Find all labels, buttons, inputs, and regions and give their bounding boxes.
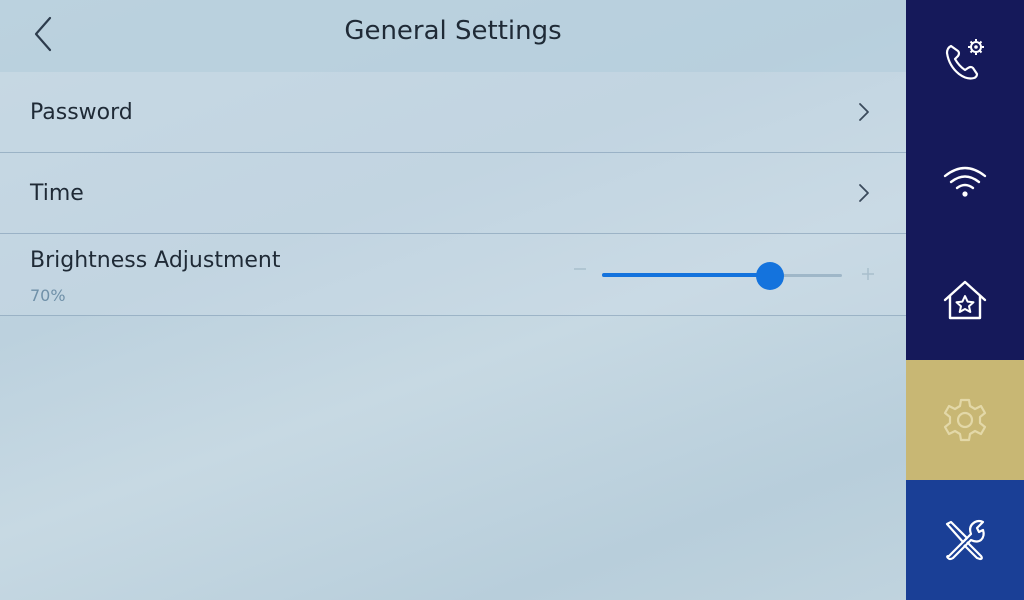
settings-panel: General Settings Password Time Brightnes… <box>0 0 906 600</box>
time-label: Time <box>30 181 84 206</box>
brightness-row: Brightness Adjustment 70% <box>0 234 906 316</box>
page-title: General Settings <box>344 16 562 46</box>
brightness-value: 70% <box>30 286 66 305</box>
brightness-slider[interactable] <box>602 262 842 292</box>
slider-thumb[interactable] <box>756 262 784 290</box>
password-label: Password <box>30 100 133 125</box>
slider-fill <box>602 273 770 277</box>
home-star-icon <box>943 280 987 320</box>
sidebar-item-home[interactable] <box>906 240 1024 360</box>
sidebar-item-settings[interactable] <box>906 360 1024 480</box>
brightness-label: Brightness Adjustment <box>30 248 281 273</box>
phone-settings-icon <box>945 39 984 80</box>
password-row[interactable]: Password <box>0 72 906 153</box>
tools-icon <box>945 519 985 561</box>
sidebar-item-network[interactable] <box>906 120 1024 240</box>
sidebar-nav <box>906 0 1024 600</box>
wifi-icon <box>943 166 987 197</box>
header-bar: General Settings <box>0 0 906 72</box>
sidebar-item-maintenance[interactable] <box>906 480 1024 600</box>
chevron-right-icon <box>859 184 869 202</box>
time-row[interactable]: Time <box>0 153 906 234</box>
plus-icon[interactable] <box>860 266 876 282</box>
minus-icon[interactable] <box>572 262 588 276</box>
gear-icon <box>943 398 987 442</box>
sidebar-item-call-settings[interactable] <box>906 0 1024 120</box>
chevron-right-icon <box>859 103 869 121</box>
